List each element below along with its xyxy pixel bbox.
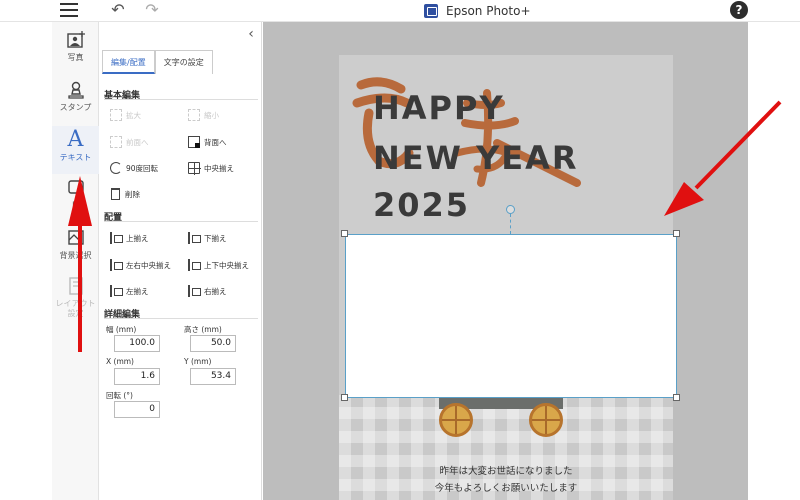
tool-rail: 写真 スタンプ A テキスト 日 背景選択 レイアウト 設定: [52, 22, 99, 500]
headline-line-3: 2025: [373, 186, 471, 224]
stamp-icon: [66, 80, 86, 100]
text-icon: A: [67, 127, 84, 152]
rail-item-background[interactable]: 背景選択: [52, 228, 99, 261]
align-top-button[interactable]: 上揃え: [110, 232, 149, 244]
top-bar: ↶ ↷ Epson Photo+ ?: [0, 0, 800, 22]
center-align-button[interactable]: 中央揃え: [188, 162, 234, 175]
section-divider: [104, 99, 258, 100]
rail-item-label: 背景選択: [59, 251, 92, 260]
op-label: 削除: [125, 189, 140, 199]
send-back-icon: [188, 136, 200, 148]
section-divider: [104, 221, 258, 222]
help-icon[interactable]: ?: [730, 1, 748, 19]
x-label: X (mm): [106, 357, 134, 366]
delete-button[interactable]: 削除: [110, 188, 140, 200]
frame-icon: [66, 178, 86, 198]
rotation-label: 回転 (°): [106, 391, 133, 400]
op-label: 前面へ: [126, 137, 149, 147]
app-logo-icon: [424, 4, 438, 18]
selected-text-box[interactable]: [345, 234, 677, 398]
align-bottom-button[interactable]: 下揃え: [188, 232, 227, 244]
op-label: 下揃え: [204, 233, 227, 243]
redo-icon[interactable]: ↷: [142, 1, 162, 19]
bring-front-icon: [110, 136, 122, 148]
rail-item-label: レイアウト 設定: [55, 299, 96, 318]
edit-panel: ‹ 編集/配置 文字の設定 基本編集 拡大 縮小 前面へ 背面へ 90度回転 中…: [100, 22, 262, 500]
rail-item-frame[interactable]: 日: [52, 178, 99, 211]
tab-text-settings[interactable]: 文字の設定: [154, 50, 213, 74]
layout-icon: [66, 276, 86, 296]
op-label: 上下中央揃え: [204, 260, 249, 270]
rail-item-label: 写真: [67, 53, 84, 62]
tab-edit-arrange[interactable]: 編集/配置: [102, 50, 155, 74]
hamburger-menu-icon[interactable]: [60, 3, 78, 17]
x-field[interactable]: 1.6: [114, 368, 160, 385]
op-label: 右揃え: [204, 286, 227, 296]
resize-handle-bottom-left[interactable]: [341, 394, 348, 401]
background-icon: [66, 228, 86, 248]
bring-front-button[interactable]: 前面へ: [110, 136, 149, 148]
rail-item-layout[interactable]: レイアウト 設定: [52, 276, 99, 319]
headline-line-2: NEW YEAR: [373, 139, 579, 177]
align-hcenter-icon: [110, 259, 123, 271]
app-title: Epson Photo+: [446, 4, 531, 18]
resize-handle-top-right[interactable]: [673, 230, 680, 237]
width-field[interactable]: 100.0: [114, 335, 160, 352]
height-field[interactable]: 50.0: [190, 335, 236, 352]
resize-handle-bottom-right[interactable]: [673, 394, 680, 401]
undo-icon[interactable]: ↶: [108, 1, 128, 19]
y-label: Y (mm): [184, 357, 212, 366]
width-label: 幅 (mm): [106, 325, 137, 334]
align-hcenter-button[interactable]: 左右中央揃え: [110, 259, 171, 271]
rail-item-label: テキスト: [59, 153, 92, 162]
collapse-panel-icon[interactable]: ‹: [244, 26, 258, 42]
enlarge-icon: [110, 109, 122, 121]
app-title-area: Epson Photo+: [424, 2, 531, 20]
op-label: 縮小: [204, 110, 219, 120]
align-bottom-icon: [188, 232, 201, 244]
resize-handle-top-left[interactable]: [341, 230, 348, 237]
op-label: 上揃え: [126, 233, 149, 243]
align-vcenter-icon: [188, 259, 201, 271]
trash-icon: [111, 188, 120, 200]
rail-item-stamp[interactable]: スタンプ: [52, 80, 99, 113]
rotate-90-button[interactable]: 90度回転: [110, 162, 158, 174]
rail-item-photo[interactable]: 写真: [52, 30, 99, 63]
align-right-icon: [188, 285, 201, 297]
rotation-guide-line: [510, 214, 511, 234]
zoom-in-button[interactable]: 拡大: [110, 109, 141, 121]
panel-tabs: 編集/配置 文字の設定: [102, 50, 213, 74]
wheel-right-image: [529, 403, 563, 437]
send-back-button[interactable]: 背面へ: [188, 136, 227, 148]
align-right-button[interactable]: 右揃え: [188, 285, 227, 297]
op-label: 左揃え: [126, 286, 149, 296]
section-divider: [104, 318, 258, 319]
op-label: 中央揃え: [204, 163, 234, 173]
height-label: 高さ (mm): [184, 325, 222, 334]
align-left-icon: [110, 285, 123, 297]
rotate-icon: [110, 162, 122, 174]
greeting-line-1: 昨年は大変お世話になりました: [439, 466, 573, 477]
photo-icon: [66, 30, 86, 50]
rotation-field[interactable]: 0: [114, 401, 160, 418]
headline-line-1: HAPPY: [373, 89, 505, 127]
shrink-icon: [188, 109, 200, 121]
rail-item-label: スタンプ: [59, 103, 92, 112]
zoom-out-button[interactable]: 縮小: [188, 109, 219, 121]
rail-item-label: 日: [71, 201, 80, 210]
op-label: 90度回転: [126, 163, 159, 173]
greeting-line-2: 今年もよろしくお願いいたします: [434, 483, 578, 494]
op-label: 拡大: [126, 110, 141, 120]
align-left-button[interactable]: 左揃え: [110, 285, 149, 297]
right-margin: [748, 22, 800, 500]
align-vcenter-button[interactable]: 上下中央揃え: [188, 259, 249, 271]
rotate-handle[interactable]: [506, 205, 515, 214]
op-label: 背面へ: [204, 137, 227, 147]
y-field[interactable]: 53.4: [190, 368, 236, 385]
rail-item-text[interactable]: A テキスト: [52, 126, 99, 174]
wheel-left-image: [439, 403, 473, 437]
op-label: 左右中央揃え: [126, 260, 171, 270]
align-top-icon: [110, 232, 123, 244]
center-icon: [188, 162, 201, 175]
